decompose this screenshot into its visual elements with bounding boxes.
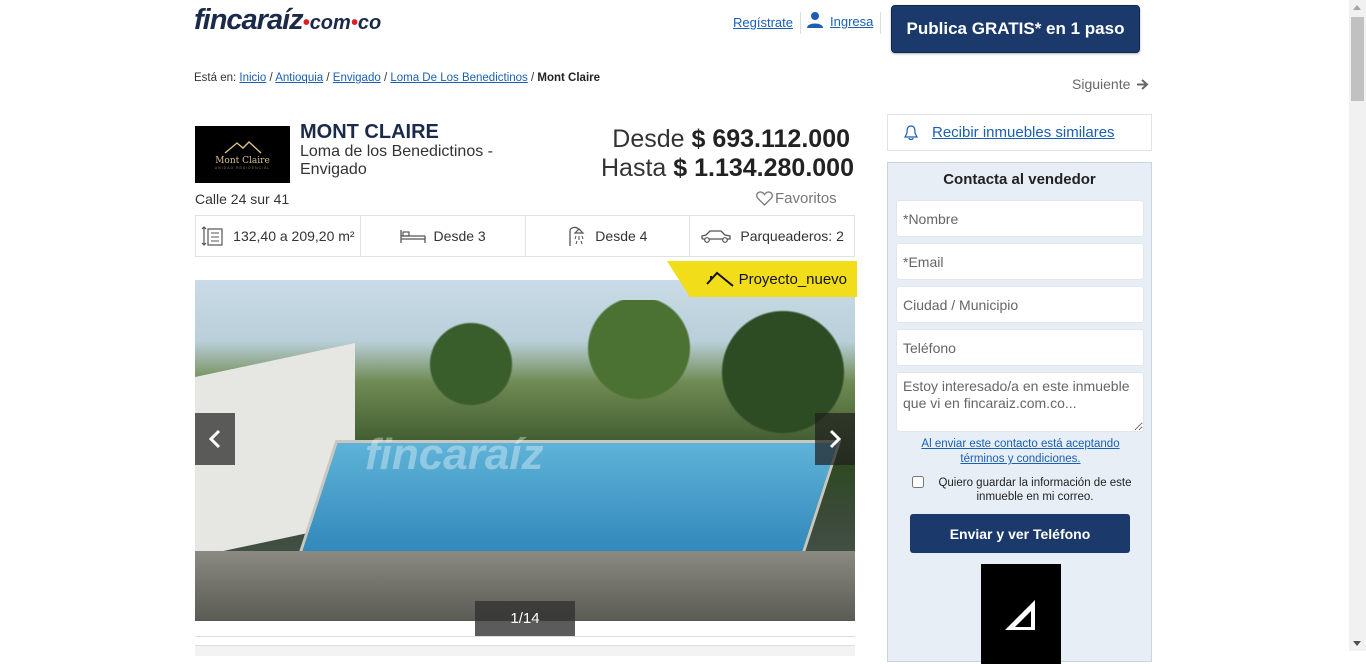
car-icon xyxy=(701,230,732,243)
similar-listings-alert[interactable]: Recibir inmuebles similares xyxy=(887,114,1152,151)
favorites-button[interactable]: Favoritos xyxy=(756,190,837,207)
register-link[interactable]: Regístrate xyxy=(733,15,793,30)
logo-dot: • xyxy=(302,12,310,34)
save-info-label: Quiero guardar la información de este in… xyxy=(938,477,1132,503)
favorites-label: Favoritos xyxy=(775,190,837,207)
contact-title: Contacta al vendedor xyxy=(943,171,1096,188)
features-bar: 132,40 a 209,20 m² Desde 3 Desde 4 Parqu… xyxy=(195,215,855,257)
gallery-next-button[interactable] xyxy=(815,413,855,465)
send-and-view-phone-button[interactable]: Enviar y ver Teléfono xyxy=(910,514,1130,553)
save-info-checkbox[interactable] xyxy=(912,476,924,488)
next-listing-link[interactable]: Siguiente xyxy=(1072,76,1149,92)
save-info-checkbox-row[interactable]: Quiero guardar la información de este in… xyxy=(912,476,1142,504)
feature-bedrooms-text: Desde 3 xyxy=(433,228,486,244)
breadcrumb-item-loma[interactable]: Loma De Los Benedictinos xyxy=(390,72,527,84)
logo-domain-text: com xyxy=(309,12,351,34)
arrow-right-icon xyxy=(1137,78,1149,90)
bell-icon xyxy=(904,124,918,140)
price-from: Desde $ 693.112.000 xyxy=(612,125,850,154)
scroll-down-arrow[interactable] xyxy=(1353,641,1361,646)
feature-area: 132,40 a 209,20 m² xyxy=(196,216,361,256)
price-from-value: $ 693.112.000 xyxy=(691,125,851,153)
price-to-label: Hasta xyxy=(601,154,667,182)
gallery-prev-button[interactable] xyxy=(195,413,235,465)
new-project-label: Proyecto_nuevo xyxy=(738,270,847,288)
chevron-right-icon xyxy=(829,429,842,449)
breadcrumb: Está en: Inicio / Antioquia / Envigado /… xyxy=(194,72,601,84)
project-logo-subtext: UNIDAD RESIDENCIAL xyxy=(214,165,271,170)
page-scrollbar[interactable] xyxy=(1349,0,1366,651)
login-link-group[interactable]: Ingresa xyxy=(806,10,873,29)
project-logo-text: Mont Claire xyxy=(215,155,270,166)
email-field[interactable] xyxy=(896,243,1144,280)
login-link[interactable]: Ingresa xyxy=(830,14,873,29)
logo-main-text: fincaraíz xyxy=(194,4,304,36)
terms-link[interactable]: Al enviar este contacto está aceptando t… xyxy=(898,437,1143,467)
feature-bathrooms: Desde 4 xyxy=(526,216,691,256)
project-address: Calle 24 sur 41 xyxy=(195,191,290,207)
scrollbar-thumb[interactable] xyxy=(1351,17,1364,101)
new-project-badge: Proyecto_nuevo xyxy=(667,261,857,297)
breadcrumb-item-envigado[interactable]: Envigado xyxy=(333,72,381,84)
bed-icon xyxy=(399,230,426,243)
next-label: Siguiente xyxy=(1072,76,1131,92)
gallery-watermark: fincaraíz xyxy=(365,430,544,479)
scroll-up-arrow[interactable] xyxy=(1353,5,1361,10)
price-to-value: $ 1.134.280.000 xyxy=(673,154,854,182)
logo-tld-text: co xyxy=(357,12,382,34)
site-logo[interactable]: fincaraíz•com•co xyxy=(194,4,381,38)
city-field[interactable] xyxy=(896,286,1144,323)
logo-dot-2: • xyxy=(350,12,358,34)
header-divider xyxy=(800,12,801,34)
photo-gallery[interactable]: fincaraíz xyxy=(195,280,855,621)
feature-area-text: 132,40 a 209,20 m² xyxy=(233,228,355,244)
price-to: Hasta $ 1.134.280.000 xyxy=(601,154,854,183)
triangle-logo-icon xyxy=(1005,600,1035,630)
feature-bathrooms-text: Desde 4 xyxy=(595,228,648,244)
phone-field[interactable] xyxy=(896,329,1144,366)
message-field[interactable] xyxy=(896,372,1144,432)
price-from-label: Desde xyxy=(612,125,685,153)
project-title: MONT CLAIRE xyxy=(300,121,439,143)
seller-logo xyxy=(981,564,1061,664)
gallery-counter: 1/14 xyxy=(475,601,575,636)
heart-icon xyxy=(756,191,773,206)
feature-bedrooms: Desde 3 xyxy=(361,216,526,256)
breadcrumb-current: Mont Claire xyxy=(537,72,601,84)
name-field[interactable] xyxy=(896,200,1144,237)
mountain-logo-icon xyxy=(224,140,261,154)
breadcrumb-item-inicio[interactable]: Inicio xyxy=(239,72,266,84)
shower-icon xyxy=(569,226,585,246)
similar-listings-label[interactable]: Recibir inmuebles similares xyxy=(932,124,1115,141)
publish-free-button[interactable]: Publica GRATIS* en 1 paso xyxy=(891,5,1140,53)
feature-parking: Parqueaderos: 2 xyxy=(690,216,854,256)
feature-parking-text: Parqueaderos: 2 xyxy=(740,228,844,244)
project-location: Loma de los Benedictinos - Envigado xyxy=(300,143,493,178)
roof-icon xyxy=(705,271,734,287)
project-logo: Mont Claire UNIDAD RESIDENCIAL xyxy=(195,126,290,183)
chevron-left-icon xyxy=(208,429,221,449)
breadcrumb-item-antioquia[interactable]: Antioquia xyxy=(275,72,323,84)
contact-seller-form: Contacta al vendedor Al enviar este cont… xyxy=(887,162,1152,664)
header-divider-2 xyxy=(880,12,881,34)
area-icon xyxy=(201,226,223,246)
user-icon xyxy=(807,11,823,28)
divider xyxy=(195,636,855,637)
breadcrumb-prefix: Está en: xyxy=(194,72,237,84)
